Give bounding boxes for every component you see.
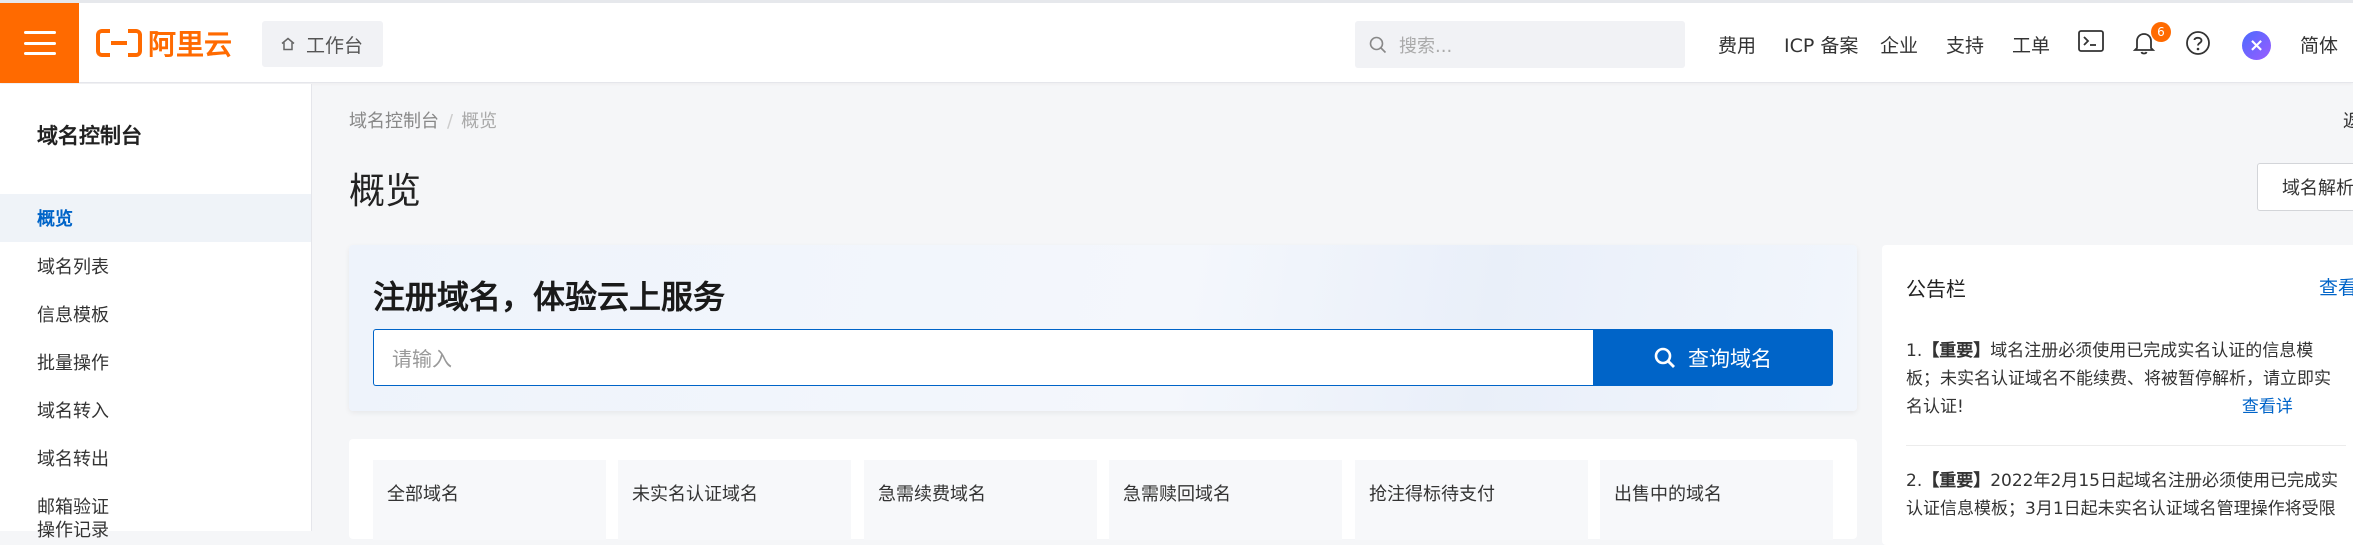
nav-support[interactable]: 支持: [1946, 31, 1984, 58]
notice-item-2-index: 2.: [1906, 471, 1923, 491]
register-domain-card: 注册域名，体验云上服务 请输入 查询域名: [349, 245, 1857, 411]
notice-more-link[interactable]: 查看: [2319, 273, 2353, 300]
notice-item-1-tag: 【重要】: [1922, 341, 1991, 361]
nav-enterprise[interactable]: 企业: [1880, 31, 1918, 58]
notice-item-2-line2: 认证信息模板；3月1日起未实名认证域名管理操作将受限: [1906, 499, 2336, 519]
stat-renewal-needed[interactable]: 急需续费域名: [864, 460, 1097, 540]
top-navigation-bar: 阿里云 工作台 搜索... 费用 ICP 备案 企业 支持 工单 6 × 简体: [0, 0, 2353, 83]
page-title: 概览: [349, 171, 422, 212]
breadcrumb-separator: /: [447, 111, 454, 132]
workbench-button[interactable]: 工作台: [262, 21, 383, 67]
top-divider: [0, 0, 2353, 3]
notice-board: 公告栏 查看 1.【重要】域名注册必须使用已完成实名认证的信息模 板；未实名认证…: [1882, 245, 2353, 545]
breadcrumb: 域名控制台 / 概览: [349, 107, 497, 133]
notice-title: 公告栏: [1906, 277, 1966, 301]
sidebar: 域名控制台 概览 域名列表 信息模板 批量操作 域名转入 域名转出 邮箱验证 操…: [0, 84, 312, 541]
logo-text: 阿里云: [148, 28, 233, 61]
sidebar-item-batch-operations[interactable]: 批量操作: [0, 338, 311, 386]
aliyun-logo-icon: [96, 29, 142, 57]
avatar-x-icon: ×: [2248, 35, 2265, 56]
notice-divider: [1906, 445, 2346, 446]
home-icon: [281, 37, 295, 51]
sidebar-item-transfer-in[interactable]: 域名转入: [0, 386, 311, 434]
notice-item-1-line1: 域名注册必须使用已完成实名认证的信息模: [1990, 341, 2314, 361]
language-switch[interactable]: 简体: [2300, 31, 2338, 58]
notice-item-2: 2.【重要】2022年2月15日起域名注册必须使用已完成实 认证信息模板；3月1…: [1906, 467, 2353, 523]
menu-button[interactable]: [0, 3, 79, 83]
nav-billing[interactable]: 费用: [1718, 31, 1756, 58]
notice-item-1: 1.【重要】域名注册必须使用已完成实名认证的信息模 板；未实名认证域名不能续费、…: [1906, 337, 2353, 421]
hamburger-icon: [23, 31, 56, 55]
stat-backorder-pending-payment[interactable]: 抢注得标待支付: [1355, 460, 1588, 540]
dns-resolution-button[interactable]: 域名解析: [2257, 163, 2353, 211]
nav-ticket[interactable]: 工单: [2012, 31, 2050, 58]
register-title: 注册域名，体验云上服务: [373, 278, 726, 316]
nav-icp[interactable]: ICP 备案: [1784, 31, 1858, 58]
domain-search-input[interactable]: 请输入: [373, 329, 1593, 386]
domain-stats-card: 全部域名 未实名认证域名 急需续费域名 急需赎回域名 抢注得标待支付 出售中的域…: [349, 439, 1857, 540]
stat-unverified-domains[interactable]: 未实名认证域名: [618, 460, 851, 540]
back-link[interactable]: 返: [2343, 107, 2353, 133]
domain-search-placeholder: 请输入: [392, 347, 452, 371]
search-placeholder: 搜索...: [1399, 35, 1453, 57]
sidebar-item-overview[interactable]: 概览: [0, 194, 311, 242]
notice-item-1-index: 1.: [1906, 341, 1923, 361]
notice-item-1-line3: 名认证!: [1906, 397, 1964, 417]
stat-domains-for-sale[interactable]: 出售中的域名: [1600, 460, 1833, 540]
sidebar-title: 域名控制台: [37, 124, 142, 148]
search-icon: [1369, 36, 1387, 53]
stat-redemption-needed[interactable]: 急需赎回域名: [1109, 460, 1342, 540]
sidebar-item-transfer-out[interactable]: 域名转出: [0, 434, 311, 482]
sidebar-item-operation-log[interactable]: 操作记录: [0, 516, 311, 541]
notice-item-2-tag: 【重要】: [1922, 471, 1991, 491]
breadcrumb-root[interactable]: 域名控制台: [349, 111, 439, 132]
aliyun-logo[interactable]: 阿里云: [96, 28, 232, 61]
user-avatar[interactable]: ×: [2242, 31, 2271, 60]
notice-item-1-line2: 板；未实名认证域名不能续费、将被暂停解析，请立即实: [1906, 369, 2331, 389]
breadcrumb-current: 概览: [461, 111, 498, 132]
global-search-input[interactable]: 搜索...: [1355, 21, 1685, 68]
stat-all-domains[interactable]: 全部域名: [373, 460, 606, 540]
terminal-icon[interactable]: [2078, 30, 2104, 52]
help-icon[interactable]: [2185, 30, 2211, 56]
notification-badge: 6: [2151, 22, 2171, 42]
query-domain-button[interactable]: 查询域名: [1593, 329, 1833, 386]
sidebar-item-domain-list[interactable]: 域名列表: [0, 242, 311, 290]
sidebar-item-info-template[interactable]: 信息模板: [0, 290, 311, 338]
notice-item-2-line1: 2022年2月15日起域名注册必须使用已完成实: [1990, 471, 2338, 491]
query-domain-label: 查询域名: [1688, 346, 1772, 371]
notice-item-1-detail-link[interactable]: 查看详: [2242, 397, 2293, 417]
workbench-label: 工作台: [306, 34, 364, 57]
search-icon: [1654, 347, 1675, 368]
